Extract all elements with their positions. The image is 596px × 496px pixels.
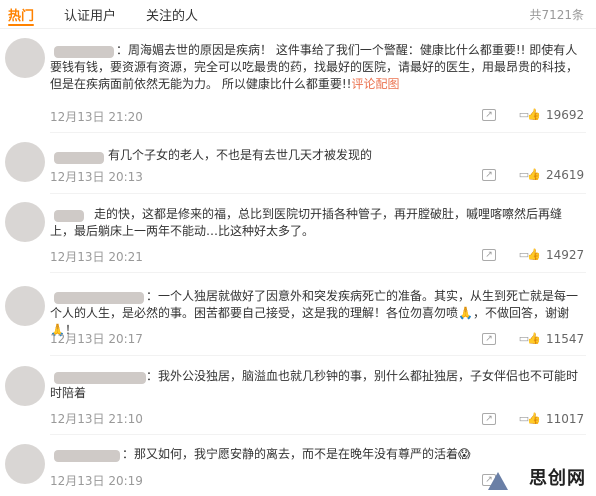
comment-time: 12月13日 20:13 — [50, 170, 143, 184]
comment-text: ：那又如何，我宁愿安静的离去，而不是在晚年没有尊严的活着😱 — [122, 447, 471, 461]
divider — [50, 272, 586, 273]
like-count: 14927 — [546, 248, 585, 262]
tab-verified-users[interactable]: 认证用户 — [64, 5, 116, 24]
comment-text: 走的快，这都是修来的福，总比到医院切开插各种管子，再开膛破肚，嘁哩喀嚓然后再缝上… — [50, 207, 563, 238]
share-icon[interactable]: ↗ — [482, 333, 496, 345]
tab-hot[interactable]: 热门 — [8, 5, 34, 24]
comment-time: 12月13日 20:21 — [50, 250, 143, 264]
avatar[interactable] — [5, 366, 45, 406]
comment-item: ：一个人独居就做好了因意外和突发疾病死亡的准备。其实，从生到死亡就是每一个人的人… — [0, 282, 596, 352]
divider — [50, 193, 586, 194]
tab-following[interactable]: 关注的人 — [146, 5, 198, 24]
share-icon[interactable]: ↗ — [482, 413, 496, 425]
avatar[interactable] — [5, 286, 45, 326]
like-icon[interactable]: 👍 — [527, 249, 541, 261]
avatar[interactable] — [5, 202, 45, 242]
like-count: 11017 — [546, 412, 585, 426]
avatar[interactable] — [5, 38, 45, 78]
share-icon[interactable]: ↗ — [482, 249, 496, 261]
like-icon[interactable]: 👍 — [527, 413, 541, 425]
avatar[interactable] — [5, 142, 45, 182]
comment-time: 12月13日 20:17 — [50, 332, 143, 346]
divider — [50, 434, 586, 435]
like-count: 24619 — [546, 168, 585, 182]
share-icon[interactable]: ↗ — [482, 109, 496, 121]
comment-text: ：我外公没独居，脑溢血也就几秒钟的事，别什么都扯独居，子女伴侣也不可能时时陪着 — [50, 369, 579, 400]
share-icon[interactable]: ↗ — [482, 169, 496, 181]
avatar[interactable] — [5, 444, 45, 484]
comment-time: 12月13日 20:19 — [50, 474, 143, 488]
comment-time: 12月13日 21:20 — [50, 110, 143, 124]
total-comment-count: 共7121条 — [529, 8, 584, 22]
comment-text: 有几个子女的老人，不也是有去世几天才被发现的 — [108, 148, 373, 162]
comment-item: ：我外公没独居，脑溢血也就几秒钟的事，别什么都扯独居，子女伴侣也不可能时时陪着 … — [0, 362, 596, 430]
like-icon[interactable]: 👍 — [527, 109, 541, 121]
comment-item: 走的快，这都是修来的福，总比到医院切开插各种管子，再开膛破肚，嘁哩喀嚓然后再缝上… — [0, 198, 596, 268]
divider — [50, 132, 586, 133]
watermark-logo-icon — [488, 472, 508, 490]
comment-tabs: 热门 认证用户 关注的人 共7121条 — [0, 0, 596, 29]
like-icon[interactable]: 👍 — [527, 333, 541, 345]
active-tab-indicator — [8, 24, 34, 26]
comment-text: ：周海媚去世的原因是疾病！ 这件事给了我们一个警醒：健康比什么都重要!! 即使有… — [50, 43, 579, 91]
like-count: 11547 — [546, 332, 585, 346]
divider — [50, 355, 586, 356]
comment-item: 有几个子女的老人，不也是有去世几天才被发现的 12月13日 20:13 ↗ ▭ … — [0, 138, 596, 190]
comment-image-link[interactable]: 评论配图 — [351, 77, 399, 91]
like-count: 19692 — [546, 108, 585, 122]
comment-time: 12月13日 21:10 — [50, 412, 143, 426]
like-icon[interactable]: 👍 — [527, 169, 541, 181]
comment-item: ：周海媚去世的原因是疾病！ 这件事给了我们一个警醒：健康比什么都重要!! 即使有… — [0, 34, 596, 130]
watermark: 思创网 — [529, 468, 586, 489]
